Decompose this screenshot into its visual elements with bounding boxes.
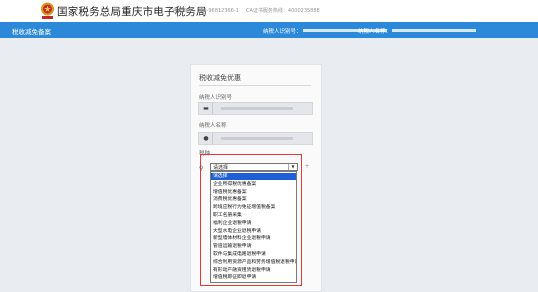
chevron-down-icon[interactable]: ▼ [288, 164, 297, 170]
taxpayer-name-field-label: 纳税人名称 [199, 123, 227, 129]
dropdown-option[interactable]: 有形动产融资租赁退税申请 [211, 267, 296, 274]
dropdown-option[interactable]: 软件与集成电路退税申请 [211, 251, 296, 258]
dropdown-option[interactable]: 职工名册采集 [211, 212, 296, 219]
user-icon: ● [203, 135, 209, 142]
dropdown-option[interactable]: 请选择 [211, 173, 296, 180]
id-card-icon: ▬ [203, 105, 209, 112]
taxpayer-name-field[interactable]: ● [198, 132, 313, 145]
add-button[interactable]: + [303, 163, 311, 171]
tax-type-select[interactable]: 请选择 ▼ [210, 163, 298, 171]
dropdown-option[interactable]: 企业所得税优惠备案 [211, 181, 296, 188]
dropdown-option[interactable]: 增值税优惠备案 [211, 189, 296, 196]
title-divider [199, 85, 311, 86]
tax-type-dropdown-list[interactable]: 请选择 企业所得税优惠备案 增值税优惠备案 消费税优惠备案 跨境应税行为免征增值税备案职… [210, 171, 297, 283]
taxpayer-id-field-label: 纳税人识别号 [199, 95, 233, 101]
form-title: 税收减免优惠 [199, 74, 241, 82]
ca-hotline-text: CA证书服务热线：4000235888 [246, 8, 320, 14]
top-header: 国家税务总局重庆市电子税务局 咨询热线：023-96812366-1 CA证书服… [0, 0, 538, 22]
tax-emblem-icon [41, 2, 54, 19]
map-pin-icon: ⚲ [199, 165, 204, 172]
taxpayer-id-field[interactable]: ▬ [198, 102, 313, 115]
field-separator [212, 133, 213, 144]
dropdown-option[interactable]: 消费税优惠备案 [211, 196, 296, 203]
dropdown-option[interactable]: 综合利用资源产品和劳务增值税退税申请 [211, 259, 296, 266]
dropdown-option[interactable]: 管道运输退税申请 [211, 243, 296, 250]
dropdown-option[interactable]: 新型墙体材料企业退税申请 [211, 235, 296, 242]
taxpayer-name-value-redacted [221, 137, 293, 140]
dropdown-option[interactable]: 增值税即征即退申请 [211, 274, 296, 281]
nav-bar: 税收减免备案 纳税人识别号： 纳税人名称： [0, 22, 538, 38]
page-name: 税收减免备案 [12, 28, 51, 36]
field-separator [212, 103, 213, 114]
taxpayer-name-label: 纳税人名称： [358, 29, 392, 35]
hotline-text: 咨询热线：023-96812366-1 [172, 8, 239, 14]
dropdown-option[interactable]: 跨境应税行为免征增值税备案 [211, 204, 296, 211]
dropdown-option[interactable]: 大型水电企业退税申请 [211, 228, 296, 235]
dropdown-option[interactable]: 福利企业退税申请 [211, 220, 296, 227]
taxpayer-id-label: 纳税人识别号： [263, 29, 302, 35]
taxpayer-name-redacted [392, 29, 476, 32]
taxpayer-id-value-redacted [221, 107, 293, 110]
